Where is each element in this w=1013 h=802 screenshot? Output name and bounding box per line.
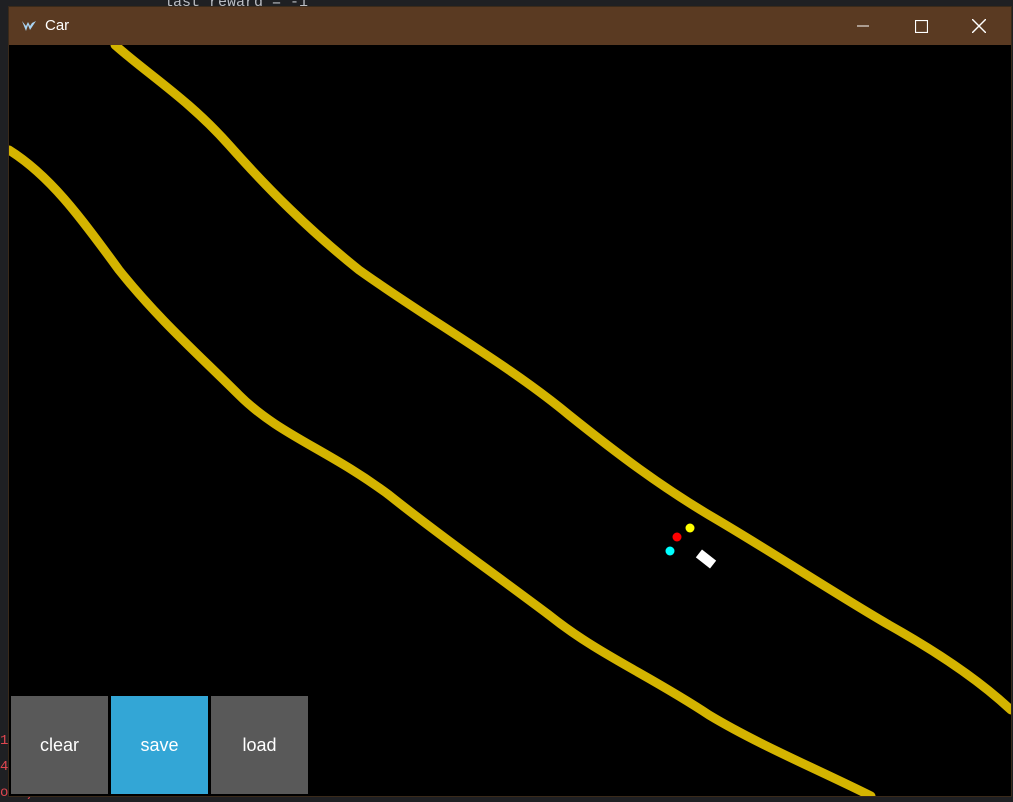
minimize-icon <box>857 25 869 27</box>
minimize-button[interactable] <box>834 7 892 45</box>
sensor-cyan <box>665 546 675 556</box>
save-button[interactable]: save <box>111 696 208 794</box>
drawing-canvas[interactable]: clear save load <box>9 45 1011 796</box>
clear-button[interactable]: clear <box>11 696 108 794</box>
sensor-yellow <box>685 523 695 533</box>
track-line-upper <box>110 45 1011 715</box>
sensor-red <box>672 532 682 542</box>
track-layer <box>9 45 1011 796</box>
maximize-icon <box>914 19 928 33</box>
load-button[interactable]: load <box>211 696 308 794</box>
close-button[interactable] <box>950 7 1008 45</box>
car <box>695 549 717 569</box>
title-bar[interactable]: Car <box>9 7 1011 45</box>
maximize-button[interactable] <box>892 7 950 45</box>
window-title: Car <box>45 17 70 34</box>
gutter-fragment: 1 <box>0 733 9 749</box>
close-icon <box>972 19 986 33</box>
kivy-logo-icon <box>22 21 36 31</box>
app-window: Car clear save load <box>9 7 1011 796</box>
gutter-fragment: 4 <box>0 759 9 775</box>
